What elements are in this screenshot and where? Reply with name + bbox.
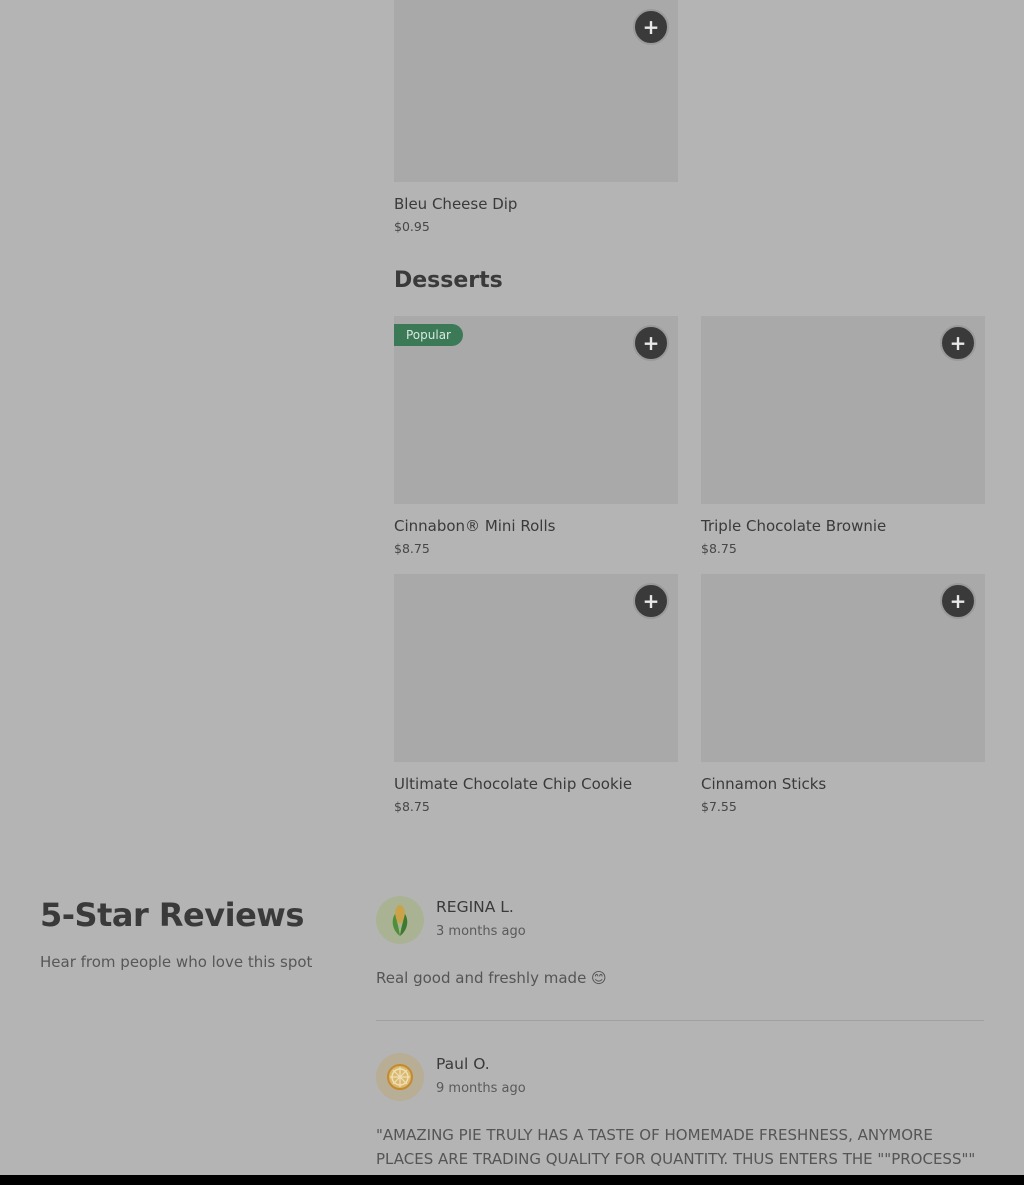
plus-icon: + [949, 331, 967, 355]
menu-item-image[interactable]: + [701, 316, 985, 504]
plus-icon: + [642, 15, 660, 39]
reviews-title: 5-Star Reviews [40, 896, 304, 934]
add-item-button[interactable]: + [633, 9, 669, 45]
menu-item-image[interactable]: + [394, 0, 678, 182]
citrus-icon [387, 1064, 413, 1090]
reviewer-name: REGINA L. [436, 898, 514, 916]
menu-item-name[interactable]: Cinnabon® Mini Rolls [394, 517, 678, 535]
reviews-subtitle: Hear from people who love this spot [40, 953, 313, 971]
add-item-button[interactable]: + [633, 325, 669, 361]
menu-item-card[interactable]: + Cinnamon Sticks $7.55 [701, 574, 985, 814]
menu-item-price: $8.75 [394, 541, 430, 556]
add-item-button[interactable]: + [633, 583, 669, 619]
menu-item-card[interactable]: + Triple Chocolate Brownie $8.75 [701, 316, 985, 556]
menu-item-card[interactable]: + Bleu Cheese Dip $0.95 [394, 0, 678, 234]
menu-item-name[interactable]: Cinnamon Sticks [701, 775, 985, 793]
review-item: Paul O. 9 months ago "AMAZING PIE TRULY … [376, 1053, 984, 1175]
bottom-bar [0, 1175, 1024, 1185]
section-title-desserts: Desserts [394, 268, 503, 293]
reviewer-avatar [376, 896, 424, 944]
add-item-button[interactable]: + [940, 325, 976, 361]
review-time: 3 months ago [436, 924, 526, 939]
menu-item-image[interactable]: + [701, 574, 985, 762]
menu-item-price: $8.75 [394, 799, 430, 814]
menu-item-card[interactable]: Popular + Cinnabon® Mini Rolls $8.75 [394, 316, 678, 556]
review-text: "AMAZING PIE TRULY HAS A TASTE OF HOMEMA… [376, 1126, 976, 1168]
menu-item-image[interactable]: + [394, 574, 678, 762]
menu-item-image[interactable]: Popular + [394, 316, 678, 504]
menu-item-name[interactable]: Bleu Cheese Dip [394, 195, 678, 213]
review-text: Real good and freshly made 😊 [376, 969, 607, 987]
add-item-button[interactable]: + [940, 583, 976, 619]
plus-icon: + [949, 589, 967, 613]
reviewer-name: Paul O. [436, 1055, 490, 1073]
menu-item-price: $8.75 [701, 541, 737, 556]
menu-item-card[interactable]: + Ultimate Chocolate Chip Cookie $8.75 [394, 574, 678, 814]
menu-item-name[interactable]: Ultimate Chocolate Chip Cookie [394, 775, 678, 793]
reviewer-avatar [376, 1053, 424, 1101]
plus-icon: + [642, 589, 660, 613]
menu-item-price: $0.95 [394, 219, 430, 234]
popular-badge: Popular [394, 324, 463, 346]
review-item: REGINA L. 3 months ago Real good and fre… [376, 896, 984, 1006]
review-divider [376, 1020, 984, 1021]
menu-item-name[interactable]: Triple Chocolate Brownie [701, 517, 985, 535]
plus-icon: + [642, 331, 660, 355]
corn-icon [392, 905, 408, 936]
review-time: 9 months ago [436, 1081, 526, 1096]
menu-item-price: $7.55 [701, 799, 737, 814]
